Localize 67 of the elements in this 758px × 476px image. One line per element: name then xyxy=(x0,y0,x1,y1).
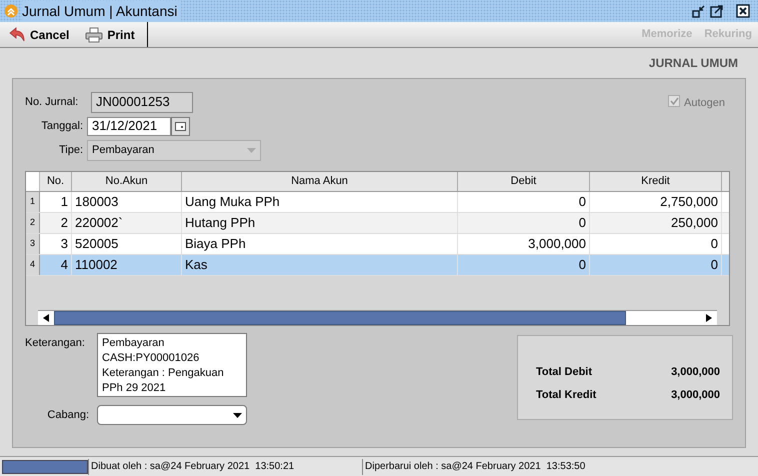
description-field[interactable]: Pembayaran CASH:PY00001026 Keterangan : Pengakuan PPh 29 2021 xyxy=(97,333,247,397)
field-label: Keterangan: xyxy=(25,336,86,351)
status-text: Diperbarui oleh : sa@24 February 2021 13:53:50 xyxy=(362,458,756,474)
calendar-icon xyxy=(175,122,186,130)
check-icon xyxy=(670,97,679,105)
total-label: Total Debit xyxy=(535,365,592,380)
table-row[interactable]: 4 4 110002 Kas 0 0 xyxy=(26,255,729,276)
table-cell: 1 xyxy=(40,192,72,212)
status-text: Dibuat oleh : sa@24 February 2021 13:50:21 xyxy=(88,458,362,474)
form-heading: JURNAL UMUM xyxy=(648,55,738,72)
printer-icon xyxy=(85,26,104,42)
column-header[interactable]: No.Akun xyxy=(72,172,182,191)
scroll-left-icon[interactable] xyxy=(43,314,49,322)
table-cell: 180003 xyxy=(72,192,182,212)
date-field[interactable]: 31/12/2021 xyxy=(87,116,171,136)
branch-dropdown[interactable] xyxy=(97,405,247,425)
table-cell: 250,000 xyxy=(590,213,722,233)
dropdown-caret-icon xyxy=(247,148,256,152)
column-header[interactable]: No. xyxy=(40,172,72,191)
table-cell: 4 xyxy=(40,255,72,275)
table-cell: 0 xyxy=(458,255,590,275)
close-icon[interactable] xyxy=(736,4,750,18)
total-value: 3,000,000 xyxy=(671,365,720,380)
field-label: No. Jurnal: xyxy=(25,94,80,110)
table-cell: 0 xyxy=(458,213,590,233)
app-icon xyxy=(4,4,18,18)
column-header[interactable]: Nama Akun xyxy=(182,172,458,191)
table-cell: 3 xyxy=(40,234,72,254)
table-row[interactable]: 3 3 520005 Biaya PPh 3,000,000 0 xyxy=(26,234,729,255)
total-label: Total Kredit xyxy=(535,388,596,402)
table-cell: Biaya PPh xyxy=(182,234,458,254)
table-cell: 520005 xyxy=(72,234,182,254)
column-header[interactable]: Debit xyxy=(458,172,590,191)
field-label: Cabang: xyxy=(46,408,90,423)
toolbar-button[interactable]: Print xyxy=(77,22,148,47)
row-header: 2 xyxy=(26,213,40,233)
row-header: 3 xyxy=(26,234,40,254)
toolbar-button[interactable]: Cancel xyxy=(0,22,78,47)
maximize-icon[interactable] xyxy=(710,4,724,18)
minimize-icon[interactable] xyxy=(692,4,706,18)
table-cell: Kas xyxy=(182,255,458,275)
table-row[interactable]: 2 2 220002` Hutang PPh 0 250,000 xyxy=(26,213,729,234)
column-header[interactable]: Kredit xyxy=(590,172,722,191)
table-cell: 0 xyxy=(590,234,722,254)
table-cell: Hutang PPh xyxy=(182,213,458,233)
field-label: Tanggal: xyxy=(40,118,84,134)
dropdown-caret-icon xyxy=(233,412,242,418)
field-label: Tipe: xyxy=(58,142,84,158)
table-cell: 0 xyxy=(458,192,590,212)
horizontal-scrollbar[interactable] xyxy=(38,310,717,325)
table-cell: 220002` xyxy=(72,213,182,233)
table-cell: 110002 xyxy=(72,255,182,275)
table-cell: 2,750,000 xyxy=(590,192,722,212)
table-cell: 2 xyxy=(40,213,72,233)
undo-arrow-icon xyxy=(8,26,26,42)
table-cell: 0 xyxy=(590,255,722,275)
table-row[interactable]: 1 1 180003 Uang Muka PPh 0 2,750,000 xyxy=(26,192,729,213)
window-title: Jurnal Umum | Akuntansi xyxy=(22,0,182,22)
table-corner xyxy=(26,172,40,191)
row-header: 1 xyxy=(26,192,40,212)
table-cell: 3,000,000 xyxy=(458,234,590,254)
calendar-button[interactable] xyxy=(171,116,190,136)
table-cell: Uang Muka PPh xyxy=(182,192,458,212)
scroll-right-icon[interactable] xyxy=(706,314,712,322)
total-value: 3,000,000 xyxy=(671,388,720,402)
row-header: 4 xyxy=(26,255,40,275)
journal-number-field[interactable]: JN00001253 xyxy=(91,92,193,112)
